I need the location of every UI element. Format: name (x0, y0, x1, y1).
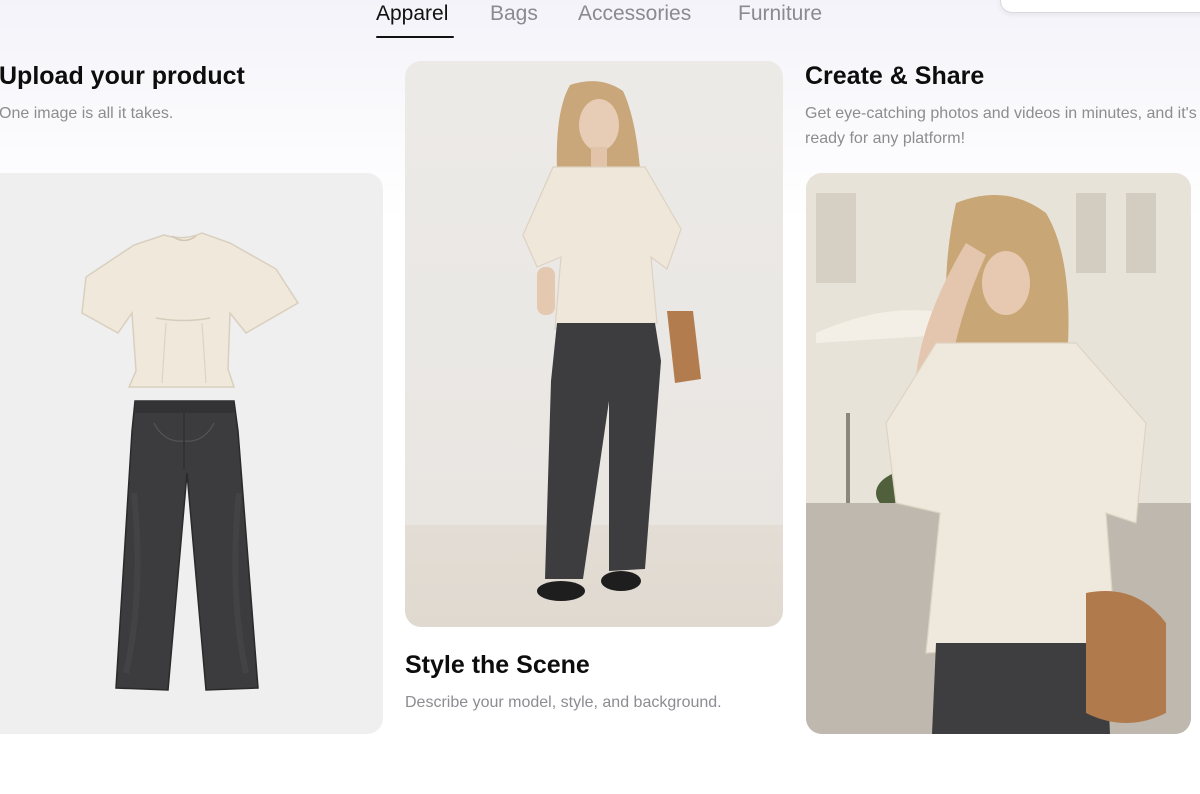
step-upload-title: Upload your product (0, 62, 245, 90)
studio-model-image (405, 61, 783, 627)
step-style-title: Style the Scene (405, 651, 590, 679)
step-upload-description: One image is all it takes. (0, 105, 174, 122)
tab-furniture[interactable]: Furniture (738, 1, 822, 27)
step-create-title: Create & Share (805, 62, 985, 90)
category-tabs: Apparel Bags Accessories Furniture (0, 0, 1200, 44)
blouse-product-image (81, 232, 300, 388)
active-tab-indicator (376, 36, 454, 38)
tab-bags[interactable]: Bags (490, 1, 538, 27)
street-model-image (806, 173, 1191, 734)
step-style-description: Describe your model, style, and backgrou… (405, 694, 722, 711)
tab-apparel[interactable]: Apparel (376, 1, 448, 27)
step-create-description: Get eye-catching photos and videos in mi… (805, 105, 1197, 147)
tab-accessories[interactable]: Accessories (578, 1, 691, 27)
jeans-product-image (115, 400, 259, 691)
product-upload-image (0, 173, 383, 734)
